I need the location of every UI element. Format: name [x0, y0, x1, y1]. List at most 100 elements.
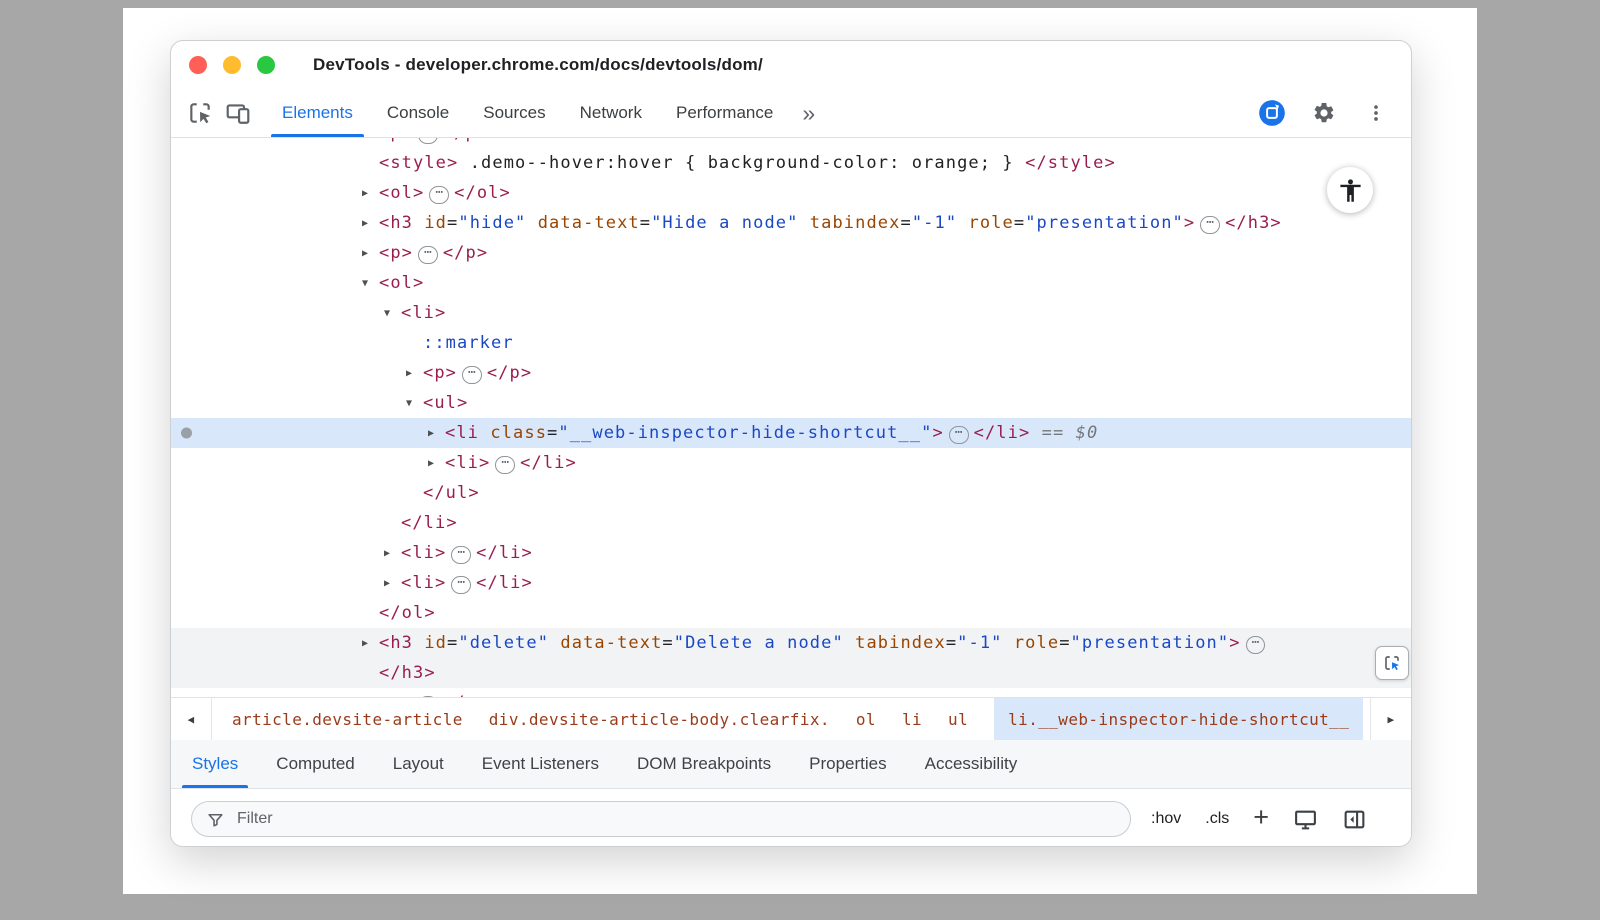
tree-row[interactable]: <style> .demo--hover:hover { background-…	[171, 148, 1411, 178]
breadcrumb-item[interactable]: li	[902, 698, 922, 740]
panel-tab-elements[interactable]: Elements	[265, 89, 370, 137]
tree-row[interactable]: <ul>	[171, 388, 1411, 418]
menu-button[interactable]	[1357, 102, 1395, 124]
tree-row[interactable]: <p>⋯</p>	[171, 358, 1411, 388]
tree-row[interactable]: </ul>	[171, 478, 1411, 508]
sidebar-tab-styles[interactable]: Styles	[173, 740, 257, 788]
breadcrumb-scroll-left-button[interactable]: ◀	[171, 698, 212, 740]
devtools-window: DevTools - developer.chrome.com/docs/dev…	[170, 40, 1412, 847]
tree-row[interactable]: <li>⋯</li>	[171, 538, 1411, 568]
rotate-device-button[interactable]	[1253, 99, 1291, 127]
inspect-small-icon	[1383, 654, 1401, 672]
zoom-window-button[interactable]	[257, 56, 275, 74]
tree-row[interactable]: ::marker	[171, 328, 1411, 358]
inspect-element-button[interactable]	[181, 89, 219, 137]
kebab-menu-icon	[1365, 102, 1387, 124]
sidebar-tabs: StylesComputedLayoutEvent ListenersDOM B…	[171, 740, 1411, 789]
ellipsis-badge[interactable]: ⋯	[1246, 636, 1266, 654]
tree-row[interactable]: <h3 id="delete" data-text="Delete a node…	[171, 628, 1411, 658]
tree-row[interactable]: </li>	[171, 508, 1411, 538]
sidebar-tab-accessibility[interactable]: Accessibility	[906, 740, 1037, 788]
code-token: "-1"	[957, 633, 1002, 653]
tree-row[interactable]: <p>⋯</p>	[171, 238, 1411, 268]
floating-inspect-button[interactable]	[1375, 646, 1409, 680]
breadcrumb-item[interactable]: li.__web-inspector-hide-shortcut__	[994, 698, 1363, 740]
tree-row[interactable]: <ol>⋯</ol>	[171, 178, 1411, 208]
sidebar-tab-event-listeners[interactable]: Event Listeners	[463, 740, 618, 788]
tree-row[interactable]: <li>⋯</li>	[171, 568, 1411, 598]
ellipsis-badge[interactable]: ⋯	[429, 186, 449, 204]
breadcrumb-item[interactable]: ul	[948, 698, 968, 740]
toggle-rendering-button[interactable]	[1293, 807, 1318, 832]
collapse-arrow-icon[interactable]	[384, 298, 401, 331]
code-token: =	[547, 423, 558, 443]
ellipsis-badge[interactable]: ⋯	[418, 246, 438, 264]
panel-tab-performance[interactable]: Performance	[659, 89, 790, 137]
breadcrumb-items: article.devsite-article div.devsite-artic…	[212, 698, 1370, 740]
expand-arrow-icon[interactable]	[362, 178, 379, 211]
breadcrumb-item[interactable]: article.devsite-article	[232, 698, 463, 740]
expand-arrow-icon[interactable]	[362, 628, 379, 661]
sidebar-tab-layout[interactable]: Layout	[374, 740, 463, 788]
tree-row[interactable]: </ol>	[171, 598, 1411, 628]
code-token: <ol>	[379, 273, 424, 293]
code-token: <p>	[379, 693, 413, 697]
code-token: </p>	[443, 693, 488, 697]
panel-tab-sources[interactable]: Sources	[466, 89, 562, 137]
code-token: </p>	[443, 138, 488, 143]
panel-tab-console[interactable]: Console	[370, 89, 466, 137]
ellipsis-badge[interactable]: ⋯	[495, 456, 515, 474]
panel-tab-network[interactable]: Network	[563, 89, 659, 137]
ellipsis-badge[interactable]: ⋯	[451, 576, 471, 594]
toggle-element-state-button[interactable]: :hov	[1151, 810, 1181, 828]
code-token: <li>	[401, 543, 446, 563]
breadcrumb-scroll-right-button[interactable]: ▶	[1370, 698, 1411, 740]
minimize-window-button[interactable]	[223, 56, 241, 74]
expand-arrow-icon[interactable]	[362, 238, 379, 271]
ellipsis-badge[interactable]: ⋯	[462, 366, 482, 384]
code-token: "delete"	[458, 633, 549, 653]
ellipsis-badge[interactable]: ⋯	[1200, 216, 1220, 234]
accessibility-button[interactable]	[1327, 167, 1373, 213]
styles-toolbar-actions: :hov .cls +	[1151, 807, 1367, 832]
element-classes-button[interactable]: .cls	[1205, 810, 1229, 828]
ellipsis-badge[interactable]: ⋯	[418, 696, 438, 697]
code-token: <li>	[401, 303, 446, 323]
expand-arrow-icon[interactable]	[362, 688, 379, 697]
collapse-arrow-icon[interactable]	[406, 388, 423, 421]
code-token: data-text	[526, 213, 639, 233]
toggle-sidebar-button[interactable]	[1342, 807, 1367, 832]
sidebar-tab-dom-breakpoints[interactable]: DOM Breakpoints	[618, 740, 790, 788]
sidebar-tab-computed[interactable]: Computed	[257, 740, 373, 788]
tree-row[interactable]: </h3>	[171, 658, 1411, 688]
breadcrumb-item[interactable]: div.devsite-article-body.clearfix.	[489, 698, 830, 740]
expand-arrow-icon[interactable]	[384, 568, 401, 601]
tree-row[interactable]: <li>	[171, 298, 1411, 328]
collapse-arrow-icon[interactable]	[362, 268, 379, 301]
ellipsis-badge[interactable]: ⋯	[418, 138, 438, 144]
code-token: </h3>	[1225, 213, 1282, 233]
more-panels-button[interactable]: »	[790, 89, 827, 137]
tree-row[interactable]: <li class="__web-inspector-hide-shortcut…	[171, 418, 1411, 448]
filter-input[interactable]	[235, 809, 1116, 829]
expand-arrow-icon[interactable]	[406, 358, 423, 391]
close-window-button[interactable]	[189, 56, 207, 74]
expand-arrow-icon[interactable]	[428, 418, 445, 451]
code-token: </style>	[1025, 153, 1116, 173]
toggle-device-toolbar-button[interactable]	[219, 89, 257, 137]
settings-button[interactable]	[1305, 101, 1343, 125]
expand-arrow-icon[interactable]	[362, 208, 379, 241]
tree-row[interactable]: <li>⋯</li>	[171, 448, 1411, 478]
expand-arrow-icon[interactable]	[384, 538, 401, 571]
breadcrumb-item[interactable]: ol	[856, 698, 876, 740]
tree-row[interactable]: <p>⋯</p>	[171, 138, 1411, 148]
filter-icon	[206, 810, 225, 829]
expand-arrow-icon[interactable]	[428, 448, 445, 481]
sidebar-tab-properties[interactable]: Properties	[790, 740, 905, 788]
ellipsis-badge[interactable]: ⋯	[949, 426, 969, 444]
tree-row[interactable]: <ol>	[171, 268, 1411, 298]
tree-row[interactable]: <p> ⋯ </p>	[171, 688, 1411, 697]
ellipsis-badge[interactable]: ⋯	[451, 546, 471, 564]
new-style-rule-button[interactable]: +	[1253, 807, 1269, 827]
tree-row[interactable]: <h3 id="hide" data-text="Hide a node" ta…	[171, 208, 1411, 238]
